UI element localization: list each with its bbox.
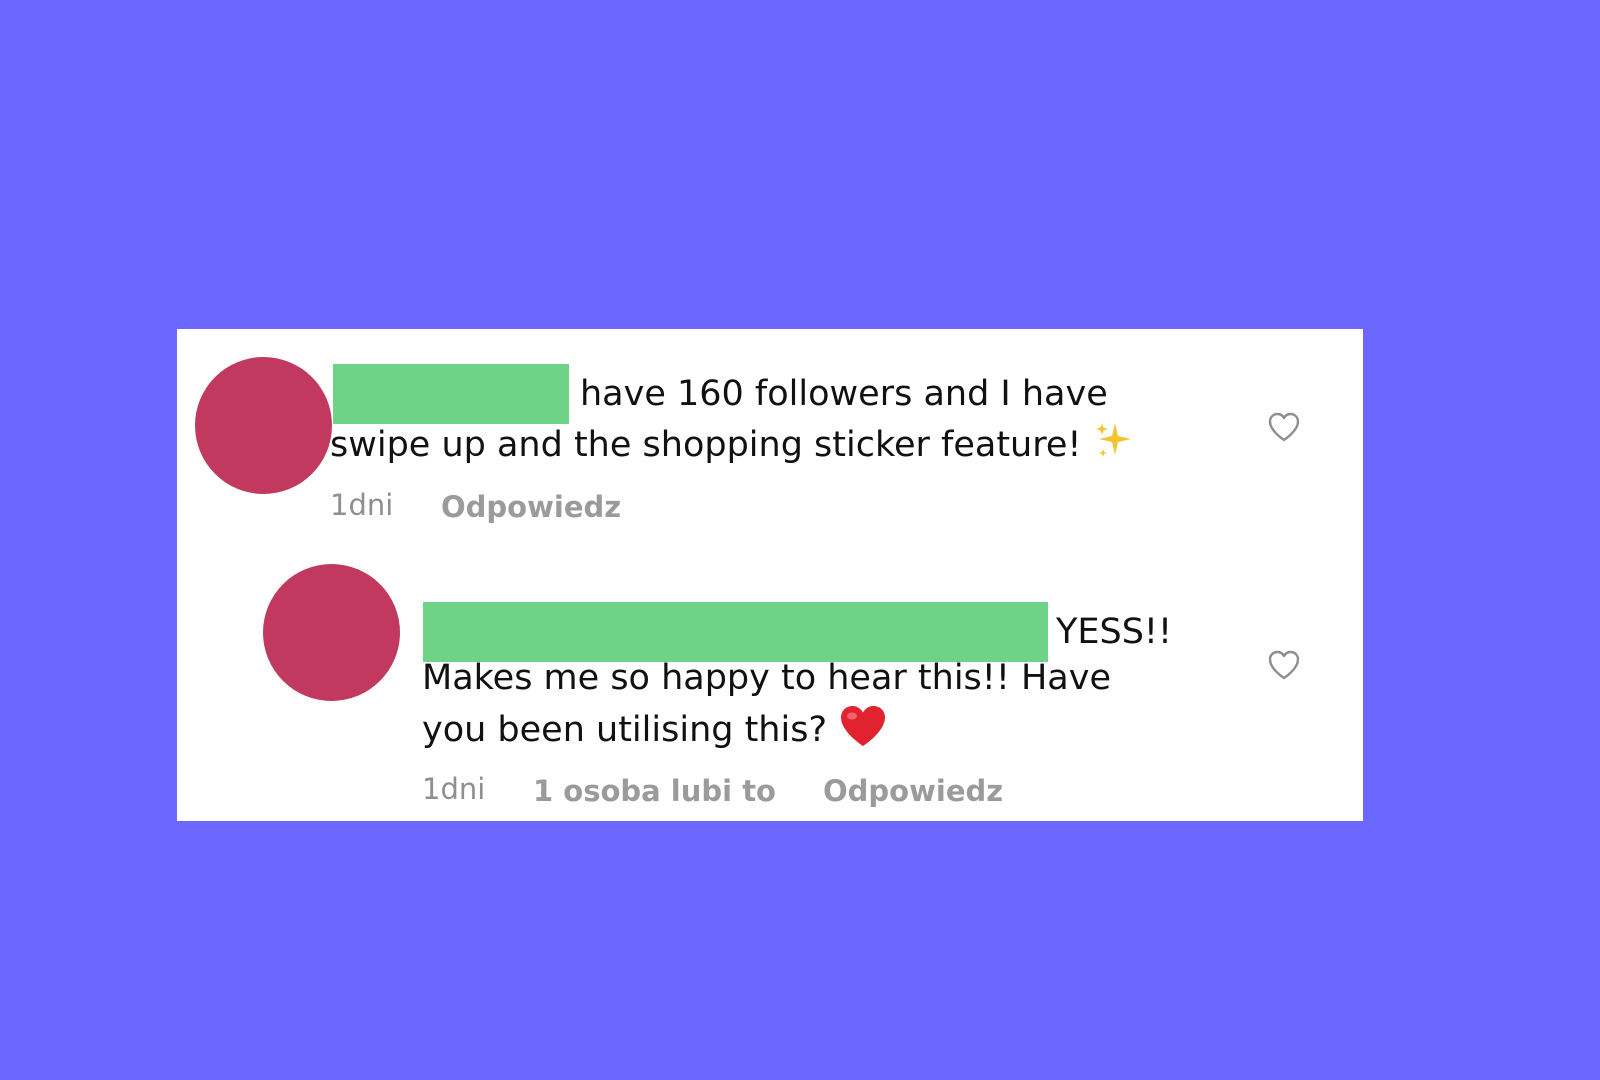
- redacted-username: [423, 602, 1048, 662]
- reply-button[interactable]: Odpowiedz: [823, 773, 1003, 809]
- like-heart-icon[interactable]: [1264, 407, 1304, 447]
- comment-text-line: YESS!!: [1056, 612, 1172, 652]
- likes-count[interactable]: 1 osoba lubi to: [533, 773, 776, 809]
- red-heart-icon: [838, 703, 888, 759]
- avatar[interactable]: [195, 357, 332, 494]
- redacted-username: [333, 364, 569, 424]
- comment-timestamp: 1dni: [422, 772, 486, 806]
- comment-timestamp: 1dni: [330, 488, 394, 522]
- comment-text-line: you been utilising this?: [422, 703, 888, 759]
- reply-button[interactable]: Odpowiedz: [441, 489, 621, 525]
- comment-text-line: Makes me so happy to hear this!! Have: [422, 658, 1111, 698]
- comment-text-line: swipe up and the shopping sticker featur…: [330, 419, 1137, 473]
- like-heart-icon[interactable]: [1264, 645, 1304, 685]
- comment-text-line: have 160 followers and I have: [580, 374, 1108, 414]
- avatar[interactable]: [263, 564, 400, 701]
- sparkles-icon: [1093, 419, 1137, 473]
- comment-text: swipe up and the shopping sticker featur…: [330, 425, 1082, 465]
- comment-text: you been utilising this?: [422, 710, 828, 750]
- comments-panel: have 160 followers and I have swipe up a…: [177, 329, 1363, 821]
